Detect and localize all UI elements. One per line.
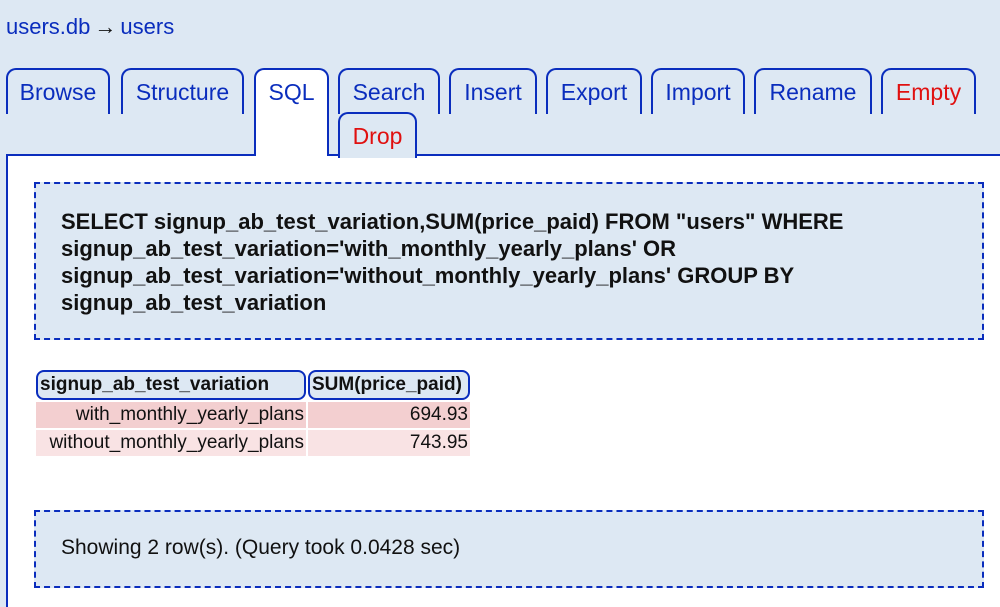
cell-sum-price: 694.93 [308,402,470,428]
tab-insert[interactable]: Insert [449,68,537,114]
sql-query-line: signup_ab_test_variation [61,290,327,315]
query-status-text: Showing 2 row(s). (Query took 0.0428 sec… [61,536,461,559]
results-table: signup_ab_test_variation SUM(price_paid)… [34,368,472,458]
cell-sum-price: 743.95 [308,430,470,456]
column-header-sum-price[interactable]: SUM(price_paid) [308,370,470,400]
column-header-variation[interactable]: signup_ab_test_variation [36,370,306,400]
tab-search[interactable]: Search [338,68,440,114]
sql-query-line: signup_ab_test_variation='without_monthl… [61,263,795,288]
table-row: with_monthly_yearly_plans 694.93 [36,402,470,428]
breadcrumb-table-link[interactable]: users [120,14,174,39]
breadcrumb: users.db → users [6,14,174,40]
breadcrumb-separator: → [94,14,117,39]
tab-import[interactable]: Import [651,68,745,114]
tab-sql[interactable]: SQL [254,68,329,156]
cell-variation: with_monthly_yearly_plans [36,402,306,428]
tab-structure[interactable]: Structure [121,68,244,114]
results-header-row: signup_ab_test_variation SUM(price_paid) [36,370,470,400]
tab-empty[interactable]: Empty [881,68,976,114]
sql-query-line: SELECT signup_ab_test_variation,SUM(pric… [61,209,844,234]
breadcrumb-database-link[interactable]: users.db [6,14,90,39]
query-status-box: Showing 2 row(s). (Query took 0.0428 sec… [34,510,984,588]
page: users.db → users SELECT signup_ab_test_var… [0,0,1000,607]
sql-query-box: SELECT signup_ab_test_variation,SUM(pric… [34,182,984,340]
tab-browse[interactable]: Browse [6,68,110,114]
tab-export[interactable]: Export [546,68,642,114]
tab-drop[interactable]: Drop [338,112,417,158]
tab-rename[interactable]: Rename [754,68,872,114]
cell-variation: without_monthly_yearly_plans [36,430,306,456]
sql-query-line: signup_ab_test_variation='with_monthly_y… [61,236,677,261]
main-content-panel: SELECT signup_ab_test_variation,SUM(pric… [6,154,1000,607]
table-row: without_monthly_yearly_plans 743.95 [36,430,470,456]
